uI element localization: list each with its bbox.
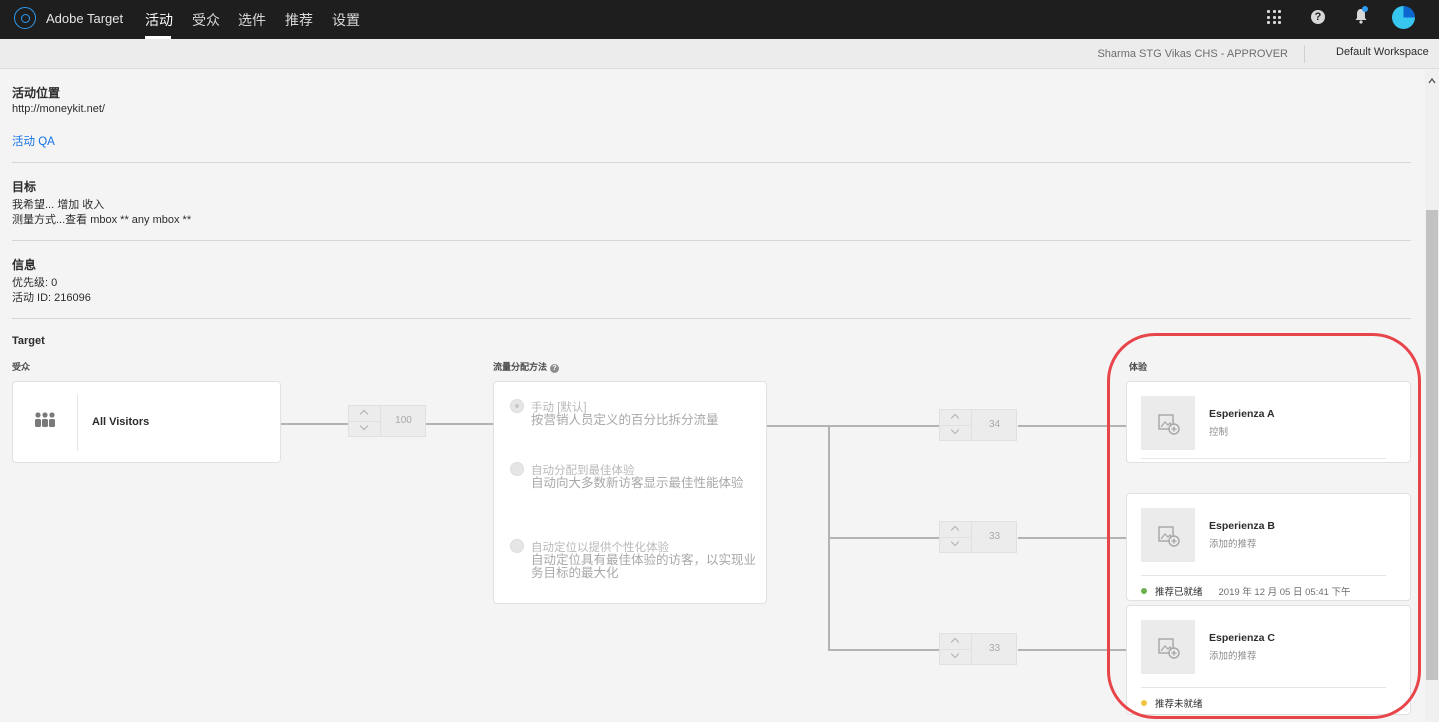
- priority-text: 优先级: 0: [12, 277, 58, 289]
- help-icon[interactable]: ?: [1311, 10, 1325, 24]
- context-bar: Sharma STG Vikas CHS - APPROVER Default …: [0, 39, 1439, 69]
- allocation-value: 34: [988, 419, 1001, 430]
- adobe-target-logo-icon[interactable]: [14, 7, 36, 29]
- highlight-annotation: [1107, 333, 1421, 719]
- traffic-allocation-label: 流量分配方法?: [493, 360, 560, 373]
- audience-card[interactable]: All Visitors: [12, 381, 281, 463]
- apps-grid-icon[interactable]: [1267, 10, 1281, 24]
- nav-audiences[interactable]: 受众: [192, 10, 220, 30]
- experience-a-allocation-stepper[interactable]: 34: [939, 409, 1017, 441]
- method-description: 自动向大多数新访客显示最佳性能体验: [531, 476, 744, 490]
- notification-badge: [1362, 6, 1368, 12]
- nav-recommendations[interactable]: 推荐: [285, 10, 313, 30]
- audience-allocation-stepper[interactable]: 100: [348, 405, 426, 437]
- experience-c-allocation-stepper[interactable]: 33: [939, 633, 1017, 665]
- method-description: 按营销人员定义的百分比拆分流量: [531, 413, 719, 427]
- info-icon[interactable]: ?: [550, 364, 560, 373]
- allocation-value: 33: [988, 531, 1001, 542]
- connector-line: [830, 649, 940, 651]
- location-title: 活动位置: [12, 86, 61, 100]
- nav-activities[interactable]: 活动: [145, 10, 173, 30]
- allocation-value: 100: [395, 415, 412, 426]
- experience-b-allocation-stepper[interactable]: 33: [939, 521, 1017, 553]
- traffic-allocation-card: 手动 [默认] 按营销人员定义的百分比拆分流量 自动分配到最佳体验 自动向大多数…: [493, 381, 767, 604]
- user-avatar[interactable]: [1392, 6, 1415, 29]
- subbar-divider: [1304, 45, 1305, 63]
- divider: [12, 240, 1411, 241]
- nav-settings[interactable]: 设置: [332, 10, 360, 30]
- target-title: Target: [12, 335, 45, 347]
- divider: [12, 162, 1411, 163]
- goal-title: 目标: [12, 180, 37, 194]
- connector-line: [426, 423, 493, 425]
- traffic-allocation-label-text: 流量分配方法: [493, 362, 548, 372]
- connector-line: [767, 425, 940, 427]
- scroll-up-arrow-icon[interactable]: [1427, 76, 1437, 86]
- audience-people-icon: [35, 412, 55, 427]
- workspace-selector[interactable]: Default Workspace: [1336, 46, 1429, 58]
- nav-offers[interactable]: 选件: [238, 10, 266, 30]
- connector-line: [281, 423, 349, 425]
- radio-button[interactable]: [510, 462, 524, 476]
- audience-card-divider: [77, 395, 78, 451]
- radio-button[interactable]: [510, 539, 524, 553]
- method-description: 自动定位具有最佳体验的访客，以实现业务目标的最大化: [531, 553, 757, 580]
- goal-line-2: 测量方式...查看 mbox ** any mbox **: [12, 214, 192, 226]
- audience-name: All Visitors: [92, 416, 150, 428]
- info-title: 信息: [12, 258, 37, 272]
- divider: [12, 318, 1411, 319]
- audience-column-label: 受众: [12, 362, 31, 372]
- connector-line: [830, 537, 940, 539]
- top-navigation-bar: Adobe Target 活动 受众 选件 推荐 设置 ?: [0, 0, 1439, 39]
- goal-line-1: 我希望... 增加 收入: [12, 199, 105, 211]
- radio-button[interactable]: [510, 399, 524, 413]
- location-url: http://moneykit.net/: [12, 103, 105, 115]
- activity-qa-link[interactable]: 活动 QA: [12, 133, 55, 149]
- activity-id-text: 活动 ID: 216096: [12, 292, 91, 304]
- user-role-label: Sharma STG Vikas CHS - APPROVER: [1097, 48, 1288, 60]
- app-name[interactable]: Adobe Target: [46, 11, 123, 26]
- allocation-value: 33: [988, 643, 1001, 654]
- scrollbar-thumb[interactable]: [1426, 210, 1438, 680]
